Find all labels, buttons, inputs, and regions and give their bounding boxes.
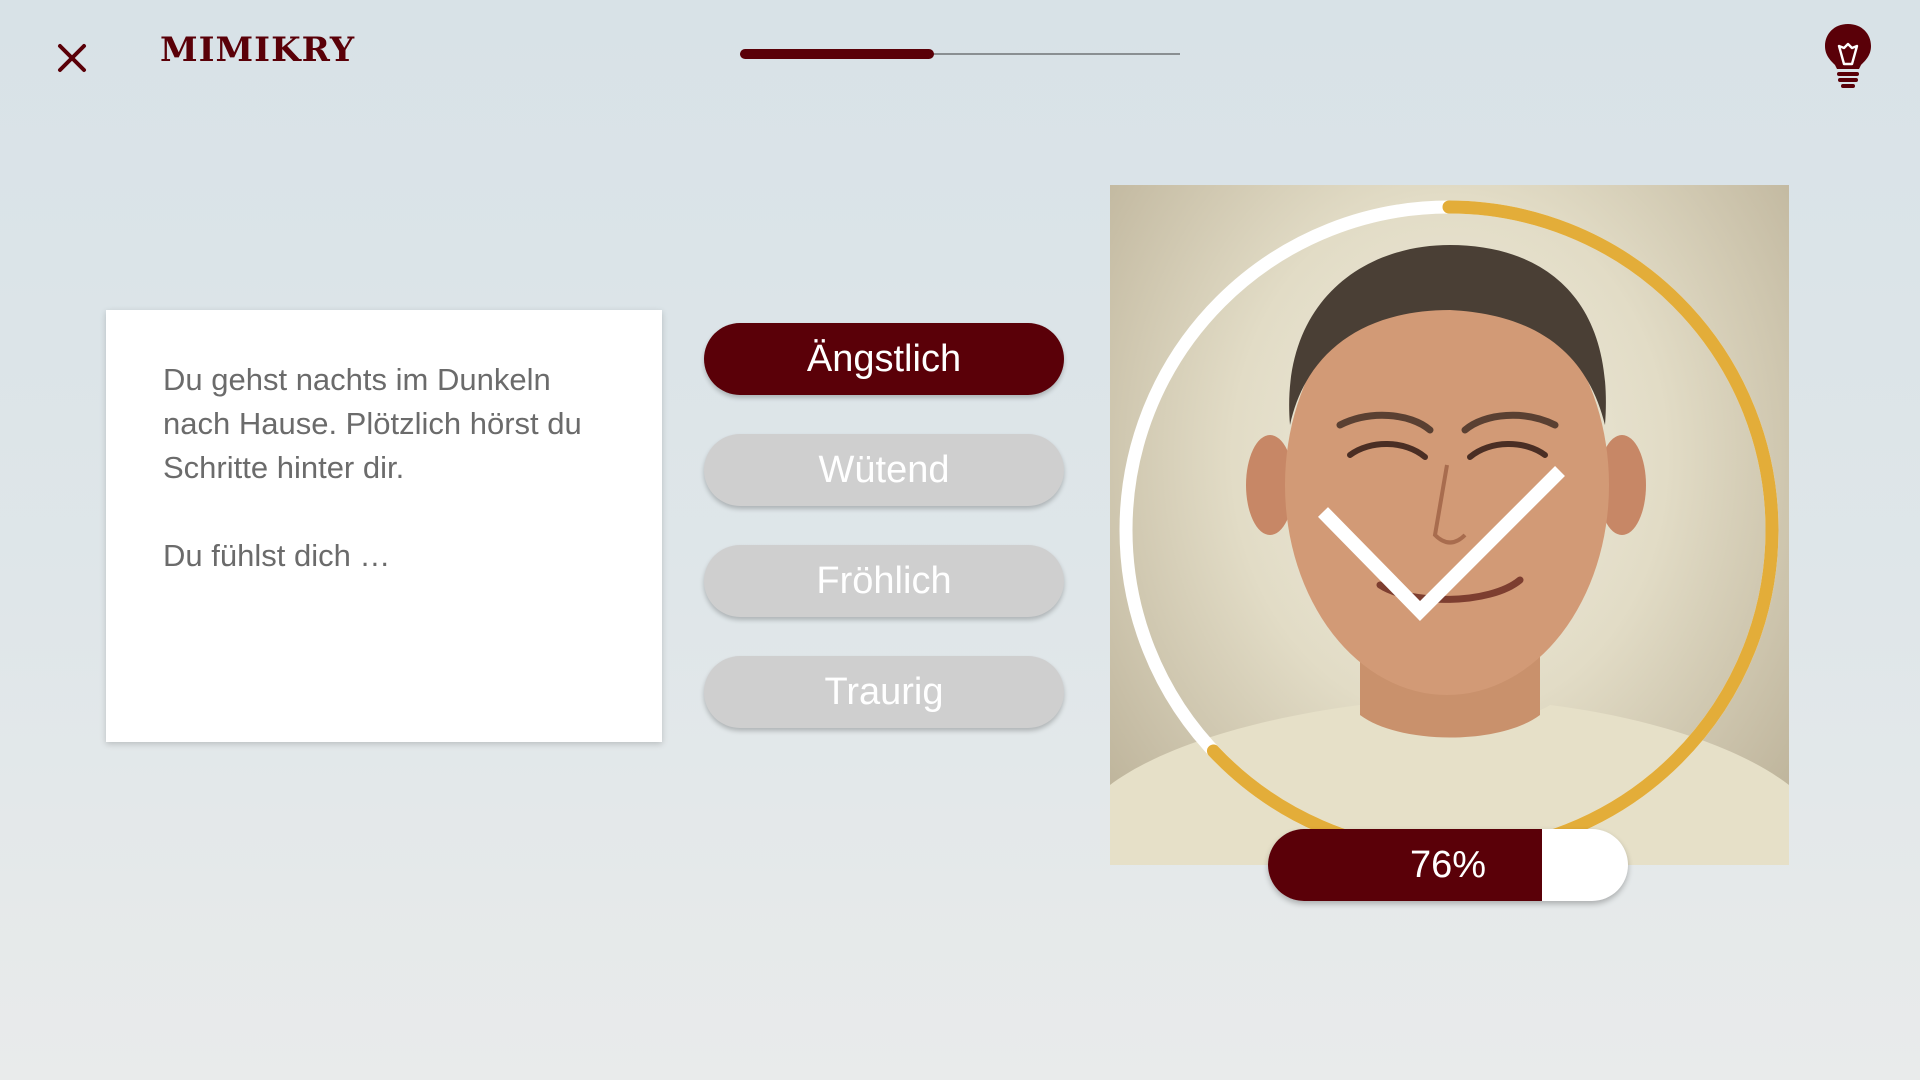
app-title: MIMIKRY [160, 30, 356, 70]
answer-button-aengstlich[interactable]: Ängstlich [704, 323, 1064, 395]
face-illustration [1110, 245, 1789, 865]
lightbulb-icon [1825, 24, 1871, 88]
answer-button-froehlich[interactable]: Fröhlich [704, 545, 1064, 617]
answer-button-traurig[interactable]: Traurig [704, 656, 1064, 728]
score-percent: 76% [1409, 843, 1487, 886]
progress-bar-fill [740, 49, 934, 59]
close-button[interactable] [50, 36, 94, 80]
story-text: Du gehst nachts im Dunkeln nach Hause. P… [163, 362, 582, 485]
close-icon [58, 44, 86, 72]
score-indicator: 76% [1268, 829, 1628, 901]
story-card: Du gehst nachts im Dunkeln nach Hause. P… [106, 310, 662, 742]
face-photo [1110, 185, 1789, 865]
progress-bar [740, 49, 1180, 59]
hint-button[interactable] [1822, 22, 1874, 90]
story-prompt: Du fühlst dich … [163, 538, 391, 573]
answer-button-wuetend[interactable]: Wütend [704, 434, 1064, 506]
